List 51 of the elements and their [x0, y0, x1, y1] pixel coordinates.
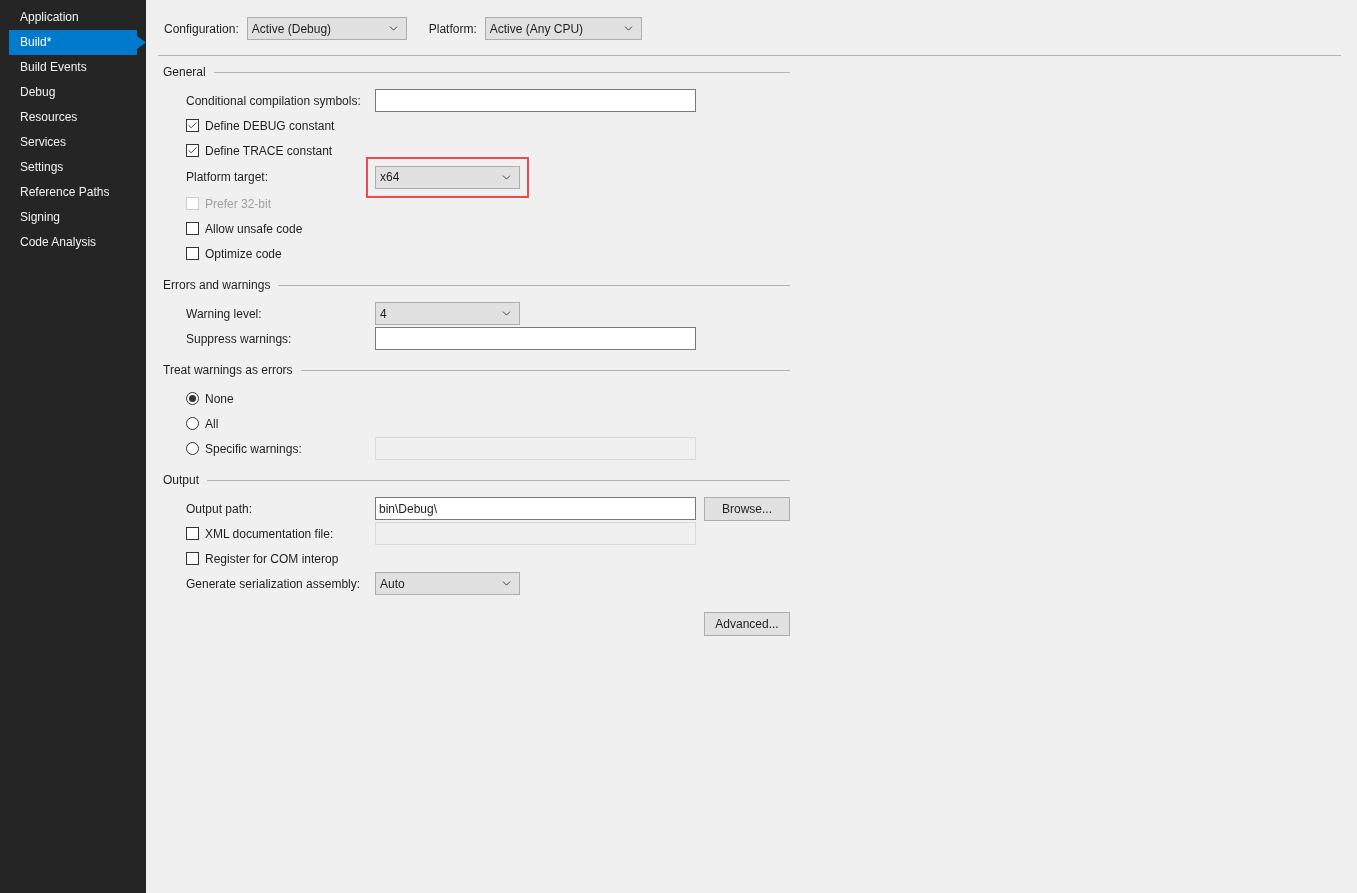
field-label: Suppress warnings:: [186, 331, 292, 346]
checkbox[interactable]: [186, 144, 199, 157]
sidebar-item[interactable]: Reference Paths: [9, 180, 146, 205]
section-title: Treat warnings as errors: [163, 363, 293, 377]
sidebar-item[interactable]: Signing: [9, 205, 146, 230]
field-label: Conditional compilation symbols:: [186, 93, 361, 108]
platform-dropdown[interactable]: Active (Any CPU): [484, 17, 642, 40]
checkbox-label: Optimize code: [205, 246, 282, 261]
text-field[interactable]: [375, 89, 696, 112]
sidebar-item[interactable]: Debug: [9, 80, 146, 105]
checkbox-label: XML documentation file:: [205, 526, 334, 541]
sidebar-item[interactable]: Settings: [9, 155, 146, 180]
radio-label: All: [205, 416, 219, 431]
sidebar-item[interactable]: Code Analysis: [9, 230, 146, 255]
dropdown-label: Platform target:: [186, 170, 269, 184]
sidebar-item[interactable]: Build*: [9, 30, 146, 55]
dropdown[interactable]: Auto: [375, 572, 520, 595]
section-title: Output: [163, 473, 200, 487]
dropdown[interactable]: x64: [375, 165, 520, 189]
checkbox[interactable]: [186, 222, 199, 235]
checkbox-label: Allow unsafe code: [205, 221, 303, 236]
checkbox[interactable]: [186, 527, 199, 540]
section-title: General: [163, 65, 206, 79]
dropdown-label: Generate serialization assembly:: [186, 576, 361, 591]
platform-label: Platform:: [428, 21, 477, 36]
radio-button[interactable]: [186, 417, 199, 430]
section-title: Errors and warnings: [163, 278, 271, 292]
text-field[interactable]: bin\Debug\: [375, 497, 696, 520]
checkbox-label: Prefer 32-bit: [205, 196, 272, 211]
text-field[interactable]: [375, 327, 696, 350]
checkbox-label: Define DEBUG constant: [205, 118, 335, 133]
field-label: Output path:: [186, 501, 253, 516]
sidebar-item[interactable]: Services: [9, 130, 146, 155]
sidebar-item[interactable]: Build Events: [9, 55, 146, 80]
advanced-button[interactable]: Advanced...: [704, 612, 790, 636]
checkbox[interactable]: [186, 119, 199, 132]
dropdown[interactable]: 4: [375, 302, 520, 325]
radio-label: None: [205, 391, 234, 406]
checkbox-label: Define TRACE constant: [205, 143, 333, 158]
checkbox[interactable]: [186, 552, 199, 565]
browse-button[interactable]: Browse...: [704, 496, 790, 521]
radio-button[interactable]: [186, 392, 199, 405]
configuration-dropdown[interactable]: Active (Debug): [246, 17, 407, 40]
sidebar-item[interactable]: Resources: [9, 105, 146, 130]
checkbox-label: Register for COM interop: [205, 551, 339, 566]
configuration-label: Configuration:: [164, 21, 239, 36]
sidebar-item[interactable]: Application: [9, 5, 146, 30]
radio-button[interactable]: [186, 442, 199, 455]
radio-label: Specific warnings:: [205, 441, 302, 456]
dropdown-label: Warning level:: [186, 306, 262, 321]
checkbox[interactable]: [186, 247, 199, 260]
